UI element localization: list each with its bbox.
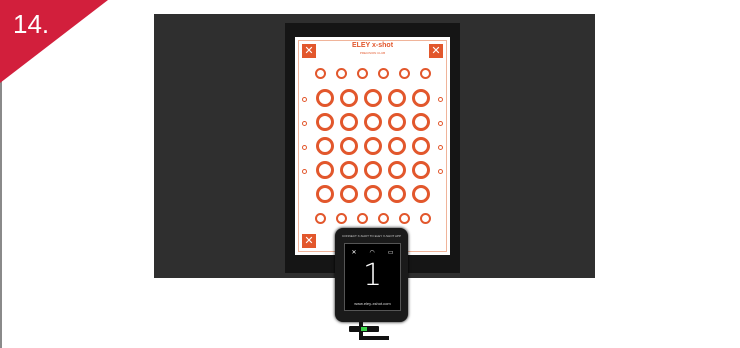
target-row (295, 89, 450, 107)
target-subtitle: PRECISION CLUB (359, 51, 386, 55)
sighter-ring (377, 213, 389, 224)
side-ring (302, 145, 307, 150)
target-ring (363, 161, 382, 179)
side-ring (302, 121, 307, 126)
side-ring (438, 145, 443, 150)
side-ring (302, 97, 307, 102)
sighter-ring (314, 213, 326, 224)
target-ring (315, 89, 334, 107)
target-ring (339, 89, 358, 107)
sighter-ring (398, 68, 410, 79)
sighter-ring (377, 68, 389, 79)
sighter-ring (398, 213, 410, 224)
target-ring (339, 161, 358, 179)
corner-x-icon: ✕ (302, 44, 316, 58)
side-ring (438, 97, 443, 102)
step-number: 14. (13, 9, 50, 39)
target-ring (339, 113, 358, 131)
target-ring (315, 137, 334, 155)
target-ring (387, 185, 406, 203)
side-ring (438, 169, 443, 174)
sighter-ring (419, 68, 431, 79)
battery-icon: ▭ (387, 250, 394, 256)
target-row (295, 161, 450, 179)
target-ring (315, 161, 334, 179)
target-ring (387, 113, 406, 131)
target-brand: ELEY x-shot (351, 42, 394, 49)
status-icons: ✕ ◠ ▭ (345, 249, 400, 256)
sighter-ring (419, 213, 431, 224)
device-label: CONNECT X-SHOT TO ELEY X-SHOT APP (341, 234, 402, 238)
sighter-ring (356, 213, 368, 224)
x-shot-icon: ✕ (351, 250, 357, 256)
target-ring (315, 113, 334, 131)
target-ring (363, 113, 382, 131)
target-ring (339, 137, 358, 155)
sighter-row-top (295, 68, 450, 79)
target-ring (411, 185, 430, 203)
device-screen: ✕ ◠ ▭ 1 www.eley-xshot.com (344, 243, 401, 311)
sighter-ring (335, 68, 347, 79)
target-sheet: ✕ ✕ ✕ ELEY x-shot PRECISION CLUB (295, 37, 450, 255)
bracket-foot (359, 336, 389, 340)
target-row (295, 137, 450, 155)
sighter-row-bottom (295, 213, 450, 224)
wifi-icon: ◠ (369, 250, 375, 256)
target-ring (363, 185, 382, 203)
corner-x-icon: ✕ (429, 44, 443, 58)
x-shot-device: CONNECT X-SHOT TO ELEY X-SHOT APP ✕ ◠ ▭ … (335, 228, 408, 322)
side-ring (438, 121, 443, 126)
side-ring (302, 169, 307, 174)
target-row (295, 185, 450, 203)
target-ring (411, 137, 430, 155)
shot-count: 1 (362, 258, 383, 293)
target-ring (411, 89, 430, 107)
mounting-bracket (349, 322, 389, 340)
target-ring (387, 89, 406, 107)
target-ring (363, 89, 382, 107)
device-url: www.eley-xshot.com (354, 301, 391, 306)
target-ring (387, 161, 406, 179)
target-ring (411, 113, 430, 131)
corner-x-icon: ✕ (302, 234, 316, 248)
target-ring (363, 137, 382, 155)
sighter-ring (314, 68, 326, 79)
target-ring (387, 137, 406, 155)
target-row (295, 113, 450, 131)
sighter-ring (335, 213, 347, 224)
target-ring (411, 161, 430, 179)
sighter-ring (356, 68, 368, 79)
target-ring (315, 185, 334, 203)
target-ring (339, 185, 358, 203)
level-bubble (361, 327, 367, 331)
